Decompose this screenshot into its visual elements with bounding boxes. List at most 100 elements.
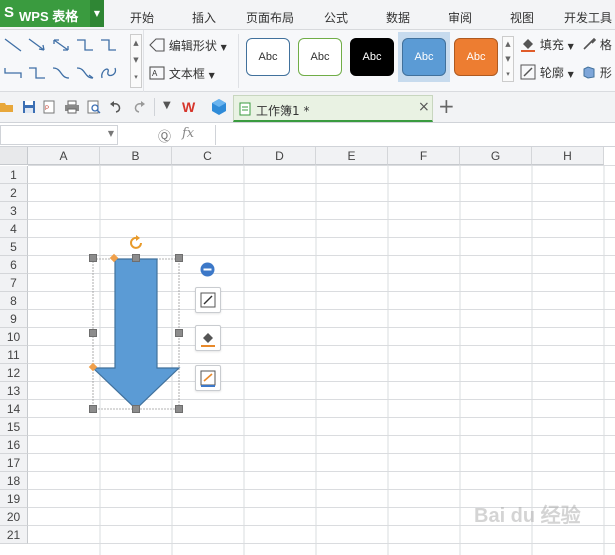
shape-style-blue-fill[interactable]: Abc: [402, 38, 446, 76]
column-header[interactable]: C: [172, 147, 244, 165]
outline-float-button[interactable]: [195, 365, 221, 391]
tab-review[interactable]: 审阅: [448, 9, 472, 26]
print-icon[interactable]: [64, 100, 80, 114]
row-header[interactable]: 21: [0, 526, 28, 544]
undo-icon[interactable]: [109, 100, 123, 114]
column-header[interactable]: E: [316, 147, 388, 165]
menu-bar: S WPS 表格 ▼ 开始 插入 页面布局 公式 数据 审阅 视图 开发工具: [0, 0, 615, 30]
tab-developer[interactable]: 开发工具: [564, 9, 612, 26]
zoom-icon[interactable]: Ⓠ: [158, 126, 171, 145]
shape-effect-button[interactable]: 形: [582, 64, 612, 81]
save-icon[interactable]: [22, 100, 36, 114]
formula-input[interactable]: [215, 125, 615, 145]
curved-arrow-connector-icon[interactable]: [52, 66, 70, 80]
outline-button[interactable]: 轮廓 ▼: [520, 64, 574, 81]
column-header[interactable]: A: [28, 147, 100, 165]
resize-handle-left[interactable]: [89, 329, 97, 337]
resize-handle-right[interactable]: [175, 329, 183, 337]
elbow-arrow-connector-icon[interactable]: [100, 38, 118, 52]
collapse-minus-icon[interactable]: [200, 262, 215, 277]
row-header[interactable]: 16: [0, 436, 28, 454]
close-icon[interactable]: ×: [418, 99, 430, 115]
row-header[interactable]: 9: [0, 310, 28, 328]
select-all-corner[interactable]: [0, 147, 28, 165]
row-header[interactable]: 20: [0, 508, 28, 526]
row-header[interactable]: 19: [0, 490, 28, 508]
tab-insert[interactable]: 插入: [192, 9, 216, 26]
export-pdf-icon[interactable]: P: [42, 100, 56, 114]
curved-connector-icon[interactable]: [28, 66, 46, 80]
shape-effect-icon: [583, 66, 595, 79]
style-gallery-more[interactable]: ▲ ▼ ▾: [502, 36, 514, 82]
format-painter-button[interactable]: 格: [582, 36, 612, 53]
resize-handle-top[interactable]: [132, 254, 140, 262]
new-tab-button[interactable]: +: [438, 94, 455, 118]
divider: [238, 34, 239, 88]
shape-style-orange-fill[interactable]: Abc: [454, 38, 498, 76]
resize-handle-bottom[interactable]: [132, 405, 140, 413]
fill-button[interactable]: 填充 ▼: [520, 36, 574, 53]
resize-handle-bottom-left[interactable]: [89, 405, 97, 413]
row-header[interactable]: 13: [0, 382, 28, 400]
gallery-scroll[interactable]: ▲ ▼ ▾: [130, 34, 142, 88]
row-header[interactable]: 14: [0, 400, 28, 418]
print-preview-icon[interactable]: [87, 100, 101, 114]
elbow-connector-icon[interactable]: [76, 38, 94, 52]
name-box[interactable]: ▼: [0, 125, 118, 145]
curved-double-arrow-icon[interactable]: [76, 66, 94, 80]
row-header[interactable]: 6: [0, 256, 28, 274]
column-header[interactable]: F: [388, 147, 460, 165]
row-header[interactable]: 4: [0, 220, 28, 238]
resize-handle-bottom-right[interactable]: [175, 405, 183, 413]
row-header[interactable]: 2: [0, 184, 28, 202]
tab-data[interactable]: 数据: [386, 9, 410, 26]
tab-home[interactable]: 开始: [130, 9, 154, 26]
column-header[interactable]: B: [100, 147, 172, 165]
fx-icon[interactable]: fx: [182, 126, 194, 141]
tab-page-layout[interactable]: 页面布局: [246, 9, 294, 26]
arrow-line-icon[interactable]: [28, 38, 46, 52]
row-header[interactable]: 15: [0, 418, 28, 436]
straight-line-icon[interactable]: [4, 38, 22, 52]
document-tab[interactable]: 工作簿1 * ×: [233, 95, 433, 122]
spreadsheet-grid[interactable]: ABCDEFGH 1 2 3 4 5 6 7 8 9 10 11 12 13 14 15 16 17 18 19 20…: [0, 147, 615, 555]
elbow-double-arrow-icon[interactable]: [4, 66, 22, 80]
customize-toolbar-dropdown-icon[interactable]: ▼: [163, 100, 171, 111]
rotate-handle-icon[interactable]: [128, 235, 144, 251]
row-header[interactable]: 11: [0, 346, 28, 364]
tab-formulas[interactable]: 公式: [324, 9, 348, 26]
row-header[interactable]: 1: [0, 166, 28, 184]
wps-app-menu-button[interactable]: S WPS 表格 ▼: [0, 0, 104, 27]
double-arrow-line-icon[interactable]: [52, 38, 70, 52]
freeform-icon[interactable]: [100, 66, 118, 80]
chevron-down-icon[interactable]: ▼: [90, 0, 104, 27]
textbox-button[interactable]: A 文本框 ▼: [149, 65, 215, 82]
row-header[interactable]: 7: [0, 274, 28, 292]
tab-view[interactable]: 视图: [510, 9, 534, 26]
resize-handle-top-right[interactable]: [175, 254, 183, 262]
row-header[interactable]: 18: [0, 472, 28, 490]
column-header[interactable]: D: [244, 147, 316, 165]
chevron-down-icon[interactable]: ▼: [108, 129, 114, 138]
row-header[interactable]: 3: [0, 202, 28, 220]
wps-cloud-logo-icon[interactable]: W: [182, 98, 200, 116]
row-header[interactable]: 17: [0, 454, 28, 472]
resize-handle-top-left[interactable]: [89, 254, 97, 262]
edit-shape-button[interactable]: 编辑形状 ▼: [149, 37, 227, 54]
format-label: 格: [599, 38, 612, 52]
row-header[interactable]: 5: [0, 238, 28, 256]
shape-style-outline-blue[interactable]: Abc: [246, 38, 290, 76]
open-folder-icon[interactable]: [0, 100, 14, 114]
shape-style-outline-green[interactable]: Abc: [298, 38, 342, 76]
3d-cube-icon[interactable]: [210, 98, 228, 116]
svg-text:P: P: [45, 106, 49, 112]
row-header[interactable]: 8: [0, 292, 28, 310]
column-header[interactable]: G: [460, 147, 532, 165]
shape-style-black[interactable]: Abc: [350, 38, 394, 76]
row-header[interactable]: 12: [0, 364, 28, 382]
redo-icon[interactable]: [132, 100, 146, 114]
row-header[interactable]: 10: [0, 328, 28, 346]
edit-shape-float-button[interactable]: [195, 287, 221, 313]
column-header[interactable]: H: [532, 147, 604, 165]
fill-float-button[interactable]: [195, 325, 221, 351]
